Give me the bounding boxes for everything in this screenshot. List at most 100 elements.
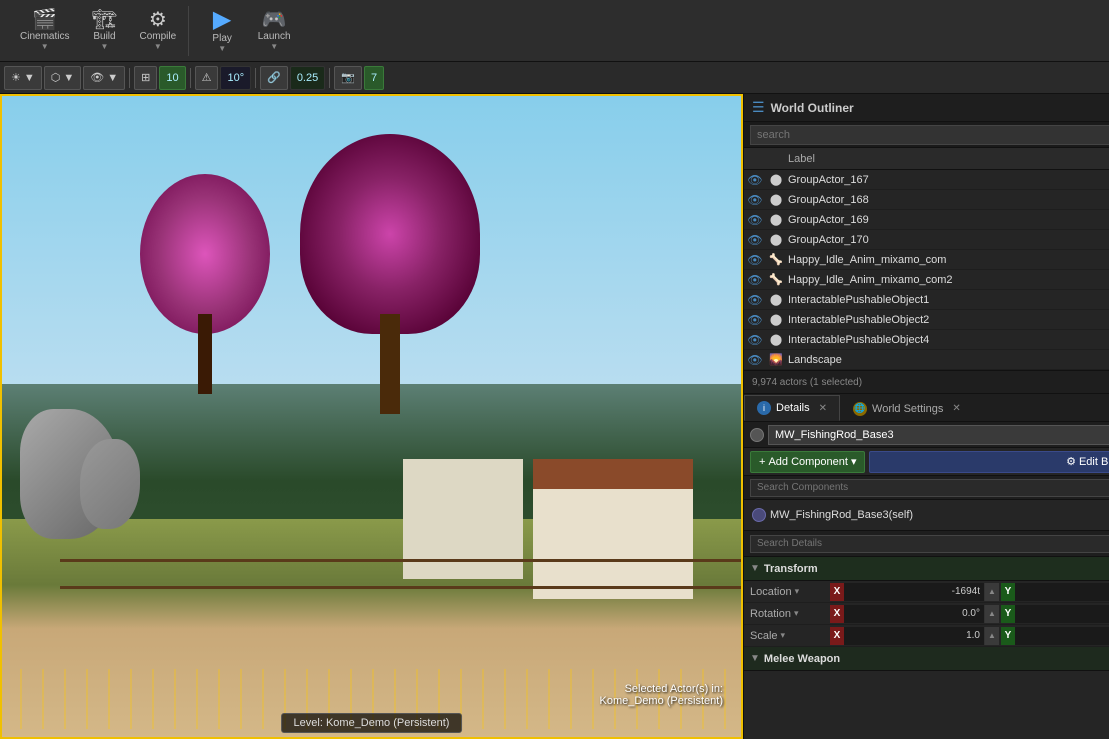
- actor-icon: 🦴: [766, 273, 786, 286]
- grid-num-value[interactable]: 10: [159, 66, 185, 90]
- search-details-input[interactable]: [750, 535, 1109, 553]
- tree-foliage-small: [140, 174, 270, 334]
- grid-button[interactable]: ⊞: [134, 66, 157, 90]
- snap-button[interactable]: 🔗: [260, 66, 288, 90]
- visibility-icon[interactable]: 👁: [747, 353, 762, 367]
- component-item[interactable]: MW_FishingRod_Base3(self): [752, 504, 1109, 526]
- table-row[interactable]: 👁 ⬤ InteractablePushableObject1 Open Int…: [744, 290, 1109, 310]
- scale-y-input[interactable]: [1015, 627, 1109, 645]
- launch-label: Launch: [258, 31, 291, 42]
- table-row[interactable]: 👁 ⬤ InteractablePushableObject4 Open Int…: [744, 330, 1109, 350]
- search-details-bar: 🔍 ☰: [744, 531, 1109, 557]
- fence: [60, 559, 743, 589]
- details-tabs: i Details ✕ 🌐 World Settings ✕: [744, 394, 1109, 422]
- angle-value[interactable]: 10°: [220, 66, 251, 90]
- scale-value[interactable]: 0.25: [290, 66, 325, 90]
- location-y-input[interactable]: [1015, 583, 1109, 601]
- actor-label: InteractablePushableObject1: [786, 294, 1109, 306]
- actor-icon: ⬤: [766, 233, 786, 246]
- table-row[interactable]: 👁 ⬤ GroupActor_167 GroupActor: [744, 170, 1109, 190]
- compile-button[interactable]: ⚙ Compile ▼: [131, 6, 184, 55]
- viewport[interactable]: Selected Actor(s) in: Kome_Demo (Persist…: [0, 94, 743, 739]
- actor-icon: 🦴: [766, 253, 786, 266]
- dropdown-arrow-icon: ▾: [851, 455, 857, 468]
- details-tab-close[interactable]: ✕: [819, 403, 827, 414]
- table-row[interactable]: 👁 🌄 Landscape Landscape: [744, 350, 1109, 370]
- outliner-header: ☰ World Outliner: [744, 94, 1109, 122]
- build-icon: 🏗: [92, 10, 117, 30]
- add-component-button[interactable]: + Add Component ▾: [750, 451, 865, 473]
- visibility-icon[interactable]: 👁: [747, 313, 762, 327]
- tab-world-settings[interactable]: 🌐 World Settings ✕: [840, 395, 974, 421]
- warn-button[interactable]: ⚠: [195, 66, 219, 90]
- launch-button[interactable]: 🎮 Launch ▼: [249, 6, 299, 55]
- table-row[interactable]: 👁 🦴 Happy_Idle_Anim_mixamo_com2 Skeletal…: [744, 270, 1109, 290]
- y-label: Y: [1001, 583, 1015, 601]
- visibility-icon[interactable]: 👁: [747, 233, 762, 247]
- search-components-input[interactable]: [750, 479, 1109, 497]
- play-button[interactable]: ▶ Play ▼: [197, 4, 247, 57]
- selected-actors-label: Selected Actor(s) in:: [600, 683, 724, 695]
- rx-label: X: [830, 605, 844, 623]
- actor-name-input[interactable]: [768, 425, 1109, 445]
- actor-icon: ⬤: [766, 333, 786, 346]
- viewport-show-button[interactable]: 👁▼: [83, 66, 125, 90]
- visibility-icon[interactable]: 👁: [747, 193, 762, 207]
- outliner-list[interactable]: 👁 ⬤ GroupActor_167 GroupActor 👁 ⬤ GroupA…: [744, 170, 1109, 370]
- actor-icon: ⬤: [766, 193, 786, 206]
- location-label: Location: [750, 586, 792, 598]
- table-row[interactable]: 👁 ⬤ GroupActor_168 GroupActor: [744, 190, 1109, 210]
- visibility-icon[interactable]: 👁: [747, 253, 762, 267]
- visibility-icon[interactable]: 👁: [747, 293, 762, 307]
- location-x-expand[interactable]: ▲: [985, 583, 999, 601]
- visibility-icon[interactable]: 👁: [747, 273, 762, 287]
- build-label: Build: [93, 31, 115, 42]
- column-label[interactable]: Label: [766, 153, 1109, 165]
- rotation-x-expand[interactable]: ▲: [985, 605, 999, 623]
- scale-row: Scale ▾ X ▲ Y ▲: [744, 625, 1109, 647]
- scale-arrow-icon: ▾: [781, 630, 786, 641]
- tab-details[interactable]: i Details ✕: [744, 395, 840, 421]
- location-x-input[interactable]: [844, 583, 985, 601]
- details-content: + Add Component ▾ ⚙ Edit Blueprint MW_Fi…: [744, 422, 1109, 739]
- viewport-status: Selected Actor(s) in: Kome_Demo (Persist…: [600, 683, 724, 707]
- outliner-title: World Outliner: [771, 101, 854, 115]
- scale-x-input[interactable]: [844, 627, 985, 645]
- table-row[interactable]: 👁 ⬤ GroupActor_170 GroupActor: [744, 230, 1109, 250]
- camera-button[interactable]: 📷: [334, 66, 362, 90]
- outliner-footer: 9,974 actors (1 selected) 👁 View Options: [744, 370, 1109, 394]
- melee-section-header[interactable]: ▼ Melee Weapon: [744, 647, 1109, 671]
- viewport-lit-button[interactable]: ☀▼: [4, 66, 42, 90]
- table-row[interactable]: 👁 ⬤ InteractablePushableObject2 Open Int…: [744, 310, 1109, 330]
- blueprint-icon: ⚙: [1066, 455, 1076, 468]
- play-label: Play: [212, 33, 231, 44]
- sy-label: Y: [1001, 627, 1015, 645]
- toolbar2-separator-4: [329, 68, 330, 88]
- viewport-perspective-button[interactable]: ⬡▼: [44, 66, 82, 90]
- visibility-icon[interactable]: 👁: [747, 173, 762, 187]
- outliner-search-input[interactable]: [750, 125, 1109, 145]
- main-layout: Selected Actor(s) in: Kome_Demo (Persist…: [0, 94, 1109, 739]
- camera-num-value[interactable]: 7: [364, 66, 384, 90]
- rotation-label: Rotation: [750, 608, 791, 620]
- location-arrow-icon: ▾: [795, 586, 800, 597]
- visibility-icon[interactable]: 👁: [747, 213, 762, 227]
- cinematics-button[interactable]: 🎬 Cinematics ▼: [12, 6, 77, 55]
- table-row[interactable]: 👁 ⬤ GroupActor_169 GroupActor: [744, 210, 1109, 230]
- compile-label: Compile: [139, 31, 176, 42]
- toolbar2-separator-2: [190, 68, 191, 88]
- world-settings-tab-close[interactable]: ✕: [952, 403, 960, 414]
- table-row[interactable]: 👁 🦴 Happy_Idle_Anim_mixamo_com SkeletalM…: [744, 250, 1109, 270]
- tree-trunk-large: [380, 314, 400, 414]
- rotation-y-input[interactable]: [1015, 605, 1109, 623]
- toolbar2-separator-3: [255, 68, 256, 88]
- visibility-icon[interactable]: 👁: [747, 333, 762, 347]
- actor-label: Happy_Idle_Anim_mixamo_com2: [786, 274, 1109, 286]
- transform-section-header[interactable]: ▼ Transform: [744, 557, 1109, 581]
- build-button[interactable]: 🏗 Build ▼: [79, 6, 129, 55]
- scale-x-expand[interactable]: ▲: [985, 627, 999, 645]
- rotation-row: Rotation ▾ X ▲ Y ▲: [744, 603, 1109, 625]
- actor-count: 9,974 actors (1 selected): [752, 377, 862, 388]
- edit-blueprint-button[interactable]: ⚙ Edit Blueprint: [869, 451, 1109, 473]
- rotation-x-input[interactable]: [844, 605, 985, 623]
